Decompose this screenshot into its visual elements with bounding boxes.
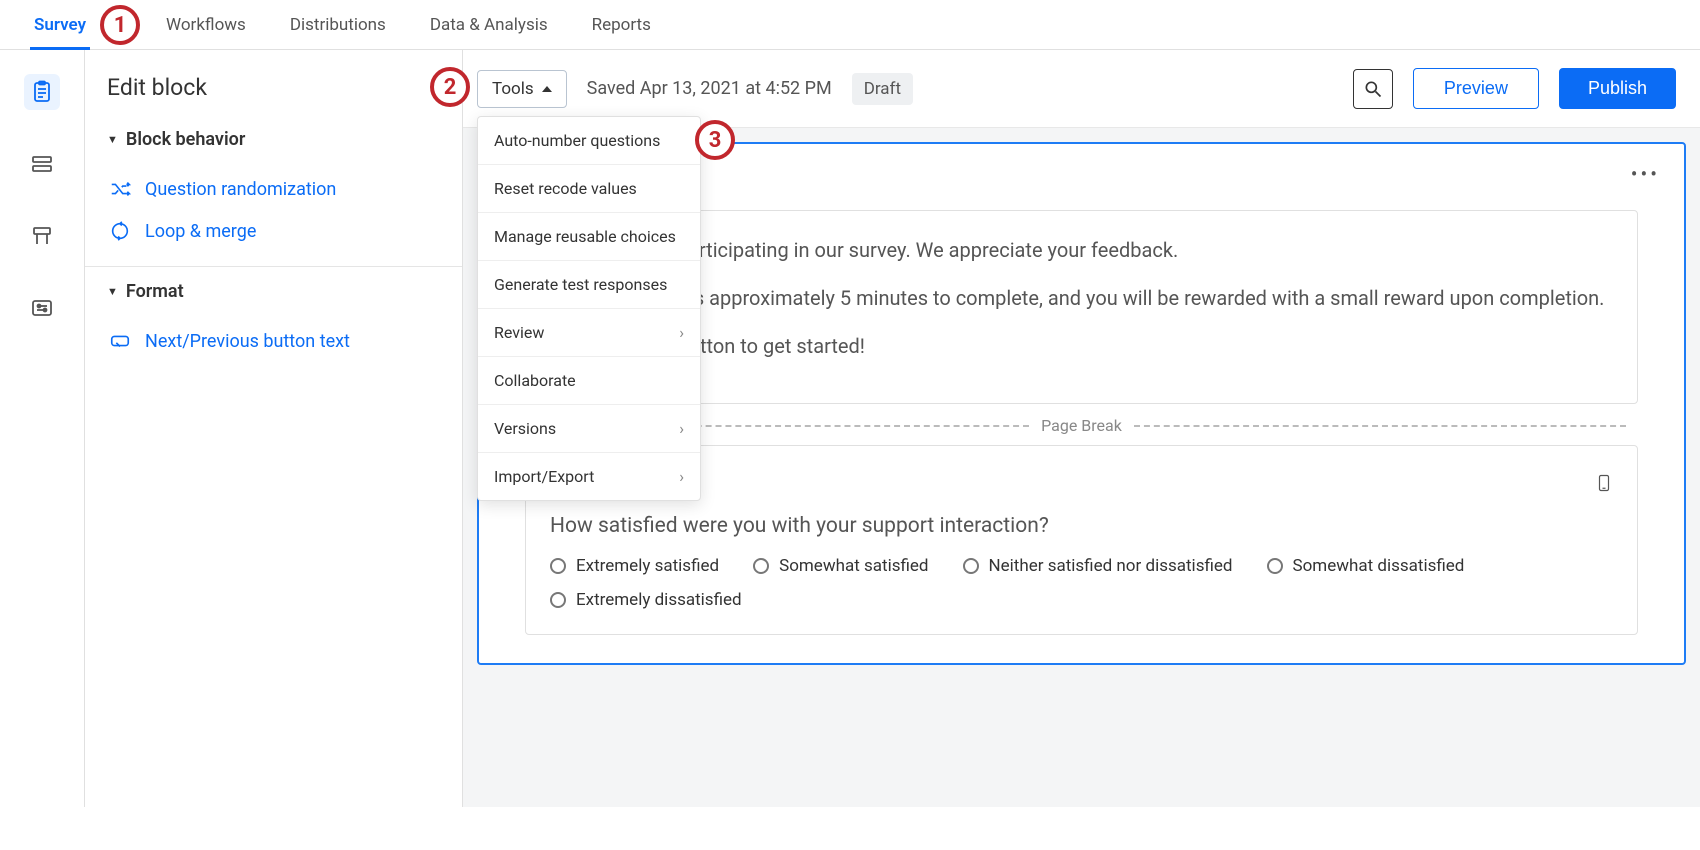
search-button[interactable] — [1353, 69, 1393, 109]
tools-dropdown: Auto-number questions Reset recode value… — [477, 116, 701, 501]
tab-survey[interactable]: Survey — [30, 0, 90, 49]
toolbar: Tools Auto-number questions Reset recode… — [463, 50, 1700, 127]
preview-button[interactable]: Preview — [1413, 68, 1539, 109]
shuffle-icon — [109, 178, 131, 200]
rail-theme-icon[interactable] — [24, 218, 60, 254]
option-3[interactable]: Neither satisfied nor dissatisfied — [963, 556, 1233, 576]
intro-line-1: Thank you for participating in our surve… — [550, 235, 1613, 265]
intro-line-3: Click the Next button to get started! — [550, 331, 1613, 361]
menu-generate-test[interactable]: Generate test responses — [478, 261, 700, 309]
intro-line-2: This survey takes approximately 5 minute… — [550, 283, 1613, 313]
tab-data-analysis[interactable]: Data & Analysis — [426, 0, 552, 49]
option-2[interactable]: Somewhat satisfied — [753, 556, 928, 576]
option-5[interactable]: Extremely dissatisfied — [550, 590, 742, 610]
left-rail — [0, 50, 85, 807]
menu-reset-recode[interactable]: Reset recode values — [478, 165, 700, 213]
caret-down-icon: ▼ — [107, 133, 118, 146]
mobile-preview-icon[interactable] — [1595, 470, 1613, 500]
tab-workflows[interactable]: Workflows — [126, 0, 250, 49]
chevron-up-icon — [542, 86, 552, 92]
tab-distributions[interactable]: Distributions — [286, 0, 390, 49]
menu-collaborate[interactable]: Collaborate — [478, 357, 700, 405]
chevron-right-icon: › — [679, 323, 684, 342]
radio-icon — [963, 558, 979, 574]
section-block-behavior[interactable]: ▼ Block behavior — [103, 129, 444, 150]
menu-versions[interactable]: Versions› — [478, 405, 700, 453]
action-question-randomization[interactable]: Question randomization — [103, 168, 444, 210]
option-4[interactable]: Somewhat dissatisfied — [1267, 556, 1465, 576]
caret-down-icon: ▼ — [107, 285, 118, 298]
rail-options-icon[interactable] — [24, 290, 60, 326]
draft-badge: Draft — [852, 73, 913, 105]
radio-icon — [550, 592, 566, 608]
panel-title: Edit block — [103, 74, 444, 101]
question-title: How satisfied were you with your support… — [550, 514, 1613, 538]
search-icon — [1363, 79, 1383, 99]
action-loop-merge[interactable]: Loop & merge — [103, 210, 444, 252]
radio-icon — [753, 558, 769, 574]
side-panel: Edit block ▼ Block behavior Question ran… — [85, 50, 463, 807]
chevron-right-icon: › — [679, 467, 684, 486]
top-nav: Survey Workflows Distributions Data & An… — [0, 0, 1700, 50]
rail-builder-icon[interactable] — [24, 146, 60, 182]
rail-survey-icon[interactable] — [24, 74, 60, 110]
chevron-right-icon: › — [679, 419, 684, 438]
button-text-icon — [109, 330, 131, 352]
option-1[interactable]: Extremely satisfied — [550, 556, 719, 576]
block-more-icon[interactable]: ••• — [1631, 162, 1660, 186]
radio-icon — [550, 558, 566, 574]
tab-reports[interactable]: Reports — [588, 0, 655, 49]
tools-button[interactable]: Tools — [477, 70, 567, 108]
publish-button[interactable]: Publish — [1559, 68, 1676, 109]
section-format[interactable]: ▼ Format — [103, 281, 444, 302]
action-next-prev-button-text[interactable]: Next/Previous button text — [103, 320, 444, 362]
menu-auto-number[interactable]: Auto-number questions — [478, 117, 700, 165]
main-area: Tools Auto-number questions Reset recode… — [463, 50, 1700, 807]
options-list: Extremely satisfied Somewhat satisfied N… — [550, 556, 1613, 610]
saved-status: Saved Apr 13, 2021 at 4:52 PM — [587, 78, 832, 99]
loop-icon — [109, 220, 131, 242]
radio-icon — [1267, 558, 1283, 574]
menu-review[interactable]: Review› — [478, 309, 700, 357]
menu-manage-reusable[interactable]: Manage reusable choices — [478, 213, 700, 261]
menu-import-export[interactable]: Import/Export› — [478, 453, 700, 500]
